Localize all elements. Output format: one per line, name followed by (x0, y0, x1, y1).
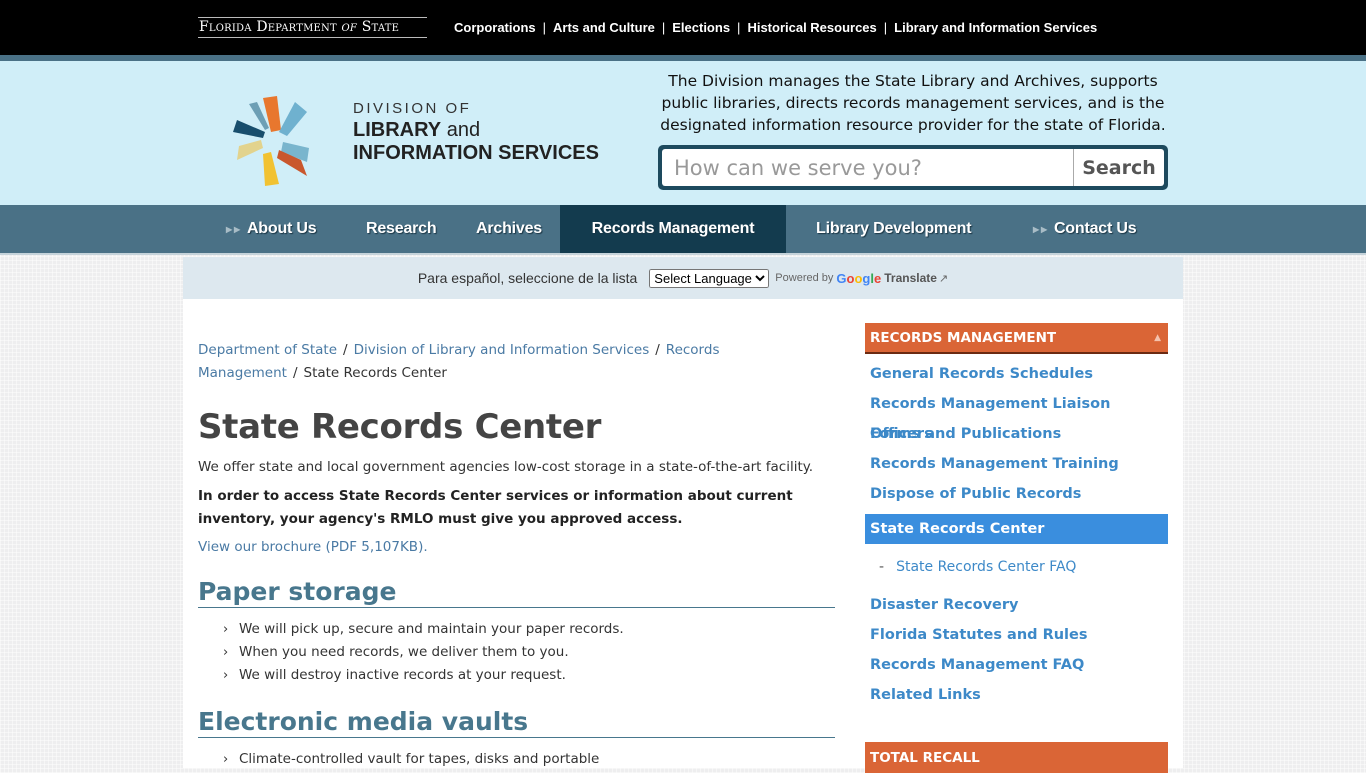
chevron-right-icon: › (223, 622, 229, 637)
access-notice: In order to access State Records Center … (198, 488, 793, 527)
sidebar-link-src-faq[interactable]: State Records Center FAQ (896, 559, 1076, 575)
page-title: State Records Center (198, 407, 602, 447)
arrow-right-icon: ▶ ▶ (226, 224, 240, 234)
top-link-corporations[interactable]: Corporations (454, 20, 536, 35)
sidebar-heading-records-management[interactable]: RECORDS MANAGEMENT ▲ (865, 323, 1168, 354)
sidebar-link-disaster-recovery[interactable]: Disaster Recovery (865, 590, 1168, 620)
sidebar-link-related-links[interactable]: Related Links (865, 680, 1168, 710)
sidebar-link-dispose[interactable]: Dispose of Public Records (865, 479, 1168, 509)
language-select[interactable]: Select Language (649, 268, 770, 288)
separator: | (737, 20, 741, 35)
division-logo-text: DIVISION OF LIBRARY and INFORMATION SERV… (353, 100, 599, 164)
main-content: Department of State / Division of Library … (198, 339, 835, 771)
separator: | (883, 20, 888, 35)
top-link-arts-and-culture[interactable]: Arts and Culture (553, 20, 655, 35)
sidebar: RECORDS MANAGEMENT ▲ General Records Sch… (865, 323, 1168, 773)
sidebar-link-general-records-schedules[interactable]: General Records Schedules (865, 359, 1168, 389)
separator: | (542, 20, 547, 35)
translate-bar: Para español, seleccione de la lista Sel… (183, 257, 1183, 299)
external-link-icon: ↗ (938, 272, 949, 285)
nav-library-development[interactable]: Library Development (816, 205, 972, 253)
main-nav: ▶ ▶ About Us Research Archives Records M… (0, 205, 1366, 255)
list-item: › We will pick up, secure and maintain yo… (223, 618, 835, 641)
nav-records-management[interactable]: Records Management (560, 205, 786, 253)
nav-archives[interactable]: Archives (476, 205, 542, 253)
separator: | (661, 20, 666, 35)
sidebar-link-state-records-center[interactable]: State Records Center (865, 514, 1168, 544)
division-logo-icon[interactable] (233, 88, 313, 188)
site-search: Search (658, 145, 1168, 190)
breadcrumb: Department of State / Division of Library … (198, 342, 720, 381)
sidebar-link-rmlo[interactable]: Records Management Liaison Officers (865, 389, 1168, 442)
translate-prompt: Para español, seleccione de la lista (417, 270, 638, 286)
section-heading-paper-storage: Paper storage (198, 577, 835, 608)
sidebar-link-statutes-rules[interactable]: Florida Statutes and Rules (865, 620, 1168, 650)
page-container: Para español, seleccione de la lista Sel… (183, 257, 1183, 773)
sidebar-link-training[interactable]: Records Management Training (865, 449, 1168, 479)
sidebar-link-rm-faq[interactable]: Records Management FAQ (865, 650, 1168, 680)
translate-label: Translate (884, 271, 937, 285)
google-translate-link[interactable]: Google (836, 271, 881, 286)
list-item: › We will destroy inactive records at you… (223, 664, 835, 687)
breadcrumb-department-of-state[interactable]: Department of State (198, 342, 337, 358)
nav-about-us[interactable]: ▶ ▶ About Us (226, 205, 317, 253)
sidebar-link-forms-publications[interactable]: Forms and Publications (865, 419, 1168, 449)
arrow-right-icon: ▶ ▶ (1033, 224, 1047, 234)
section-heading-electronic-media-vaults: Electronic media vaults (198, 707, 835, 738)
breadcrumb-current: State Records Center (303, 365, 447, 381)
top-link-elections[interactable]: Elections (672, 20, 730, 35)
chevron-right-icon: › (223, 645, 229, 660)
site-header: DIVISION OF LIBRARY and INFORMATION SERV… (0, 61, 1366, 205)
agency-links: Corporations | Arts and Culture | Electi… (454, 20, 1097, 35)
intro-text: We offer state and local government agen… (198, 459, 814, 475)
search-input[interactable] (662, 149, 1073, 186)
list-item: › When you need records, we deliver them … (223, 641, 835, 664)
sidebar-heading-total-recall[interactable]: TOTAL RECALL (865, 742, 1168, 773)
powered-by-label: Powered by (775, 272, 834, 284)
division-tagline: The Division manages the State Library a… (660, 72, 1166, 134)
search-button[interactable]: Search (1073, 149, 1164, 186)
paper-storage-list: › We will pick up, secure and maintain yo… (223, 618, 835, 687)
sidebar-sublink: - State Records Center FAQ (879, 559, 1077, 575)
chevron-right-icon: › (223, 668, 229, 683)
brochure-link[interactable]: View our brochure (PDF 5,107KB). (198, 539, 428, 555)
collapse-caret-icon[interactable]: ▲ (1154, 333, 1161, 343)
top-bar: Florida Department of State Corporations… (0, 0, 1366, 55)
breadcrumb-division[interactable]: Division of Library and Information Serv… (354, 342, 650, 358)
nav-contact-us[interactable]: ▶ ▶ Contact Us (1033, 205, 1137, 253)
top-link-historical-resources[interactable]: Historical Resources (747, 20, 876, 35)
florida-department-of-state-logo[interactable]: Florida Department of State (198, 17, 427, 38)
nav-research[interactable]: Research (366, 205, 437, 253)
top-link-library-information-services[interactable]: Library and Information Services (894, 20, 1097, 35)
